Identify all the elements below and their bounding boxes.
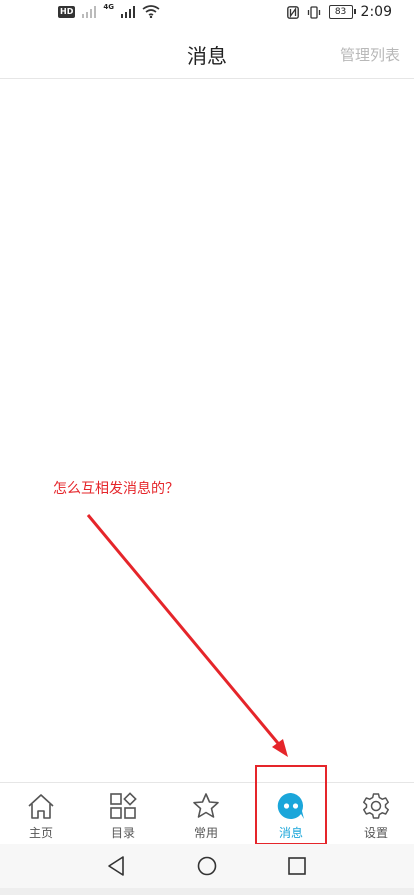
status-left: HD 4G [58,2,160,18]
hd-badge: HD [58,5,76,18]
tab-settings[interactable]: 设置 [335,783,414,845]
tab-favorites[interactable]: 常用 [165,783,247,845]
signal-icon-2 [120,5,135,18]
nfc-icon [286,5,299,19]
annotation-highlight-box [255,765,327,845]
tab-label: 常用 [193,826,218,840]
signal-icon [82,5,97,18]
page-header: 消息 管理列表 [0,26,414,79]
battery-indicator: 83 [328,5,356,19]
home-circle-icon[interactable] [196,855,218,877]
status-clock: 2:09 [360,4,392,20]
back-icon[interactable] [106,855,128,877]
bottom-strip [0,888,414,895]
tab-catalog[interactable]: 目录 [82,783,164,845]
annotation-text: 怎么互相发消息的？ [53,481,179,497]
status-bar: HD 4G 83 2:09 [0,0,414,26]
tab-home[interactable]: 主页 [0,783,82,845]
home-icon [28,794,54,819]
annotation-arrow [86,514,288,757]
vibrate-icon [307,5,320,19]
system-navigation-bar [0,844,414,888]
star-icon [193,793,219,818]
bottom-tab-bar: 主页 目录 常用 消息 设置 [0,782,414,845]
wifi-icon [142,5,160,18]
tab-label: 主页 [28,826,53,840]
tab-label: 目录 [110,826,135,840]
network-type: 4G [103,2,114,11]
status-right: 83 2:09 [286,4,392,20]
gear-icon [363,793,389,819]
recent-apps-icon[interactable] [286,855,308,877]
tab-label: 设置 [363,826,388,840]
catalog-icon [110,792,137,819]
manage-list-button[interactable]: 管理列表 [340,44,400,65]
